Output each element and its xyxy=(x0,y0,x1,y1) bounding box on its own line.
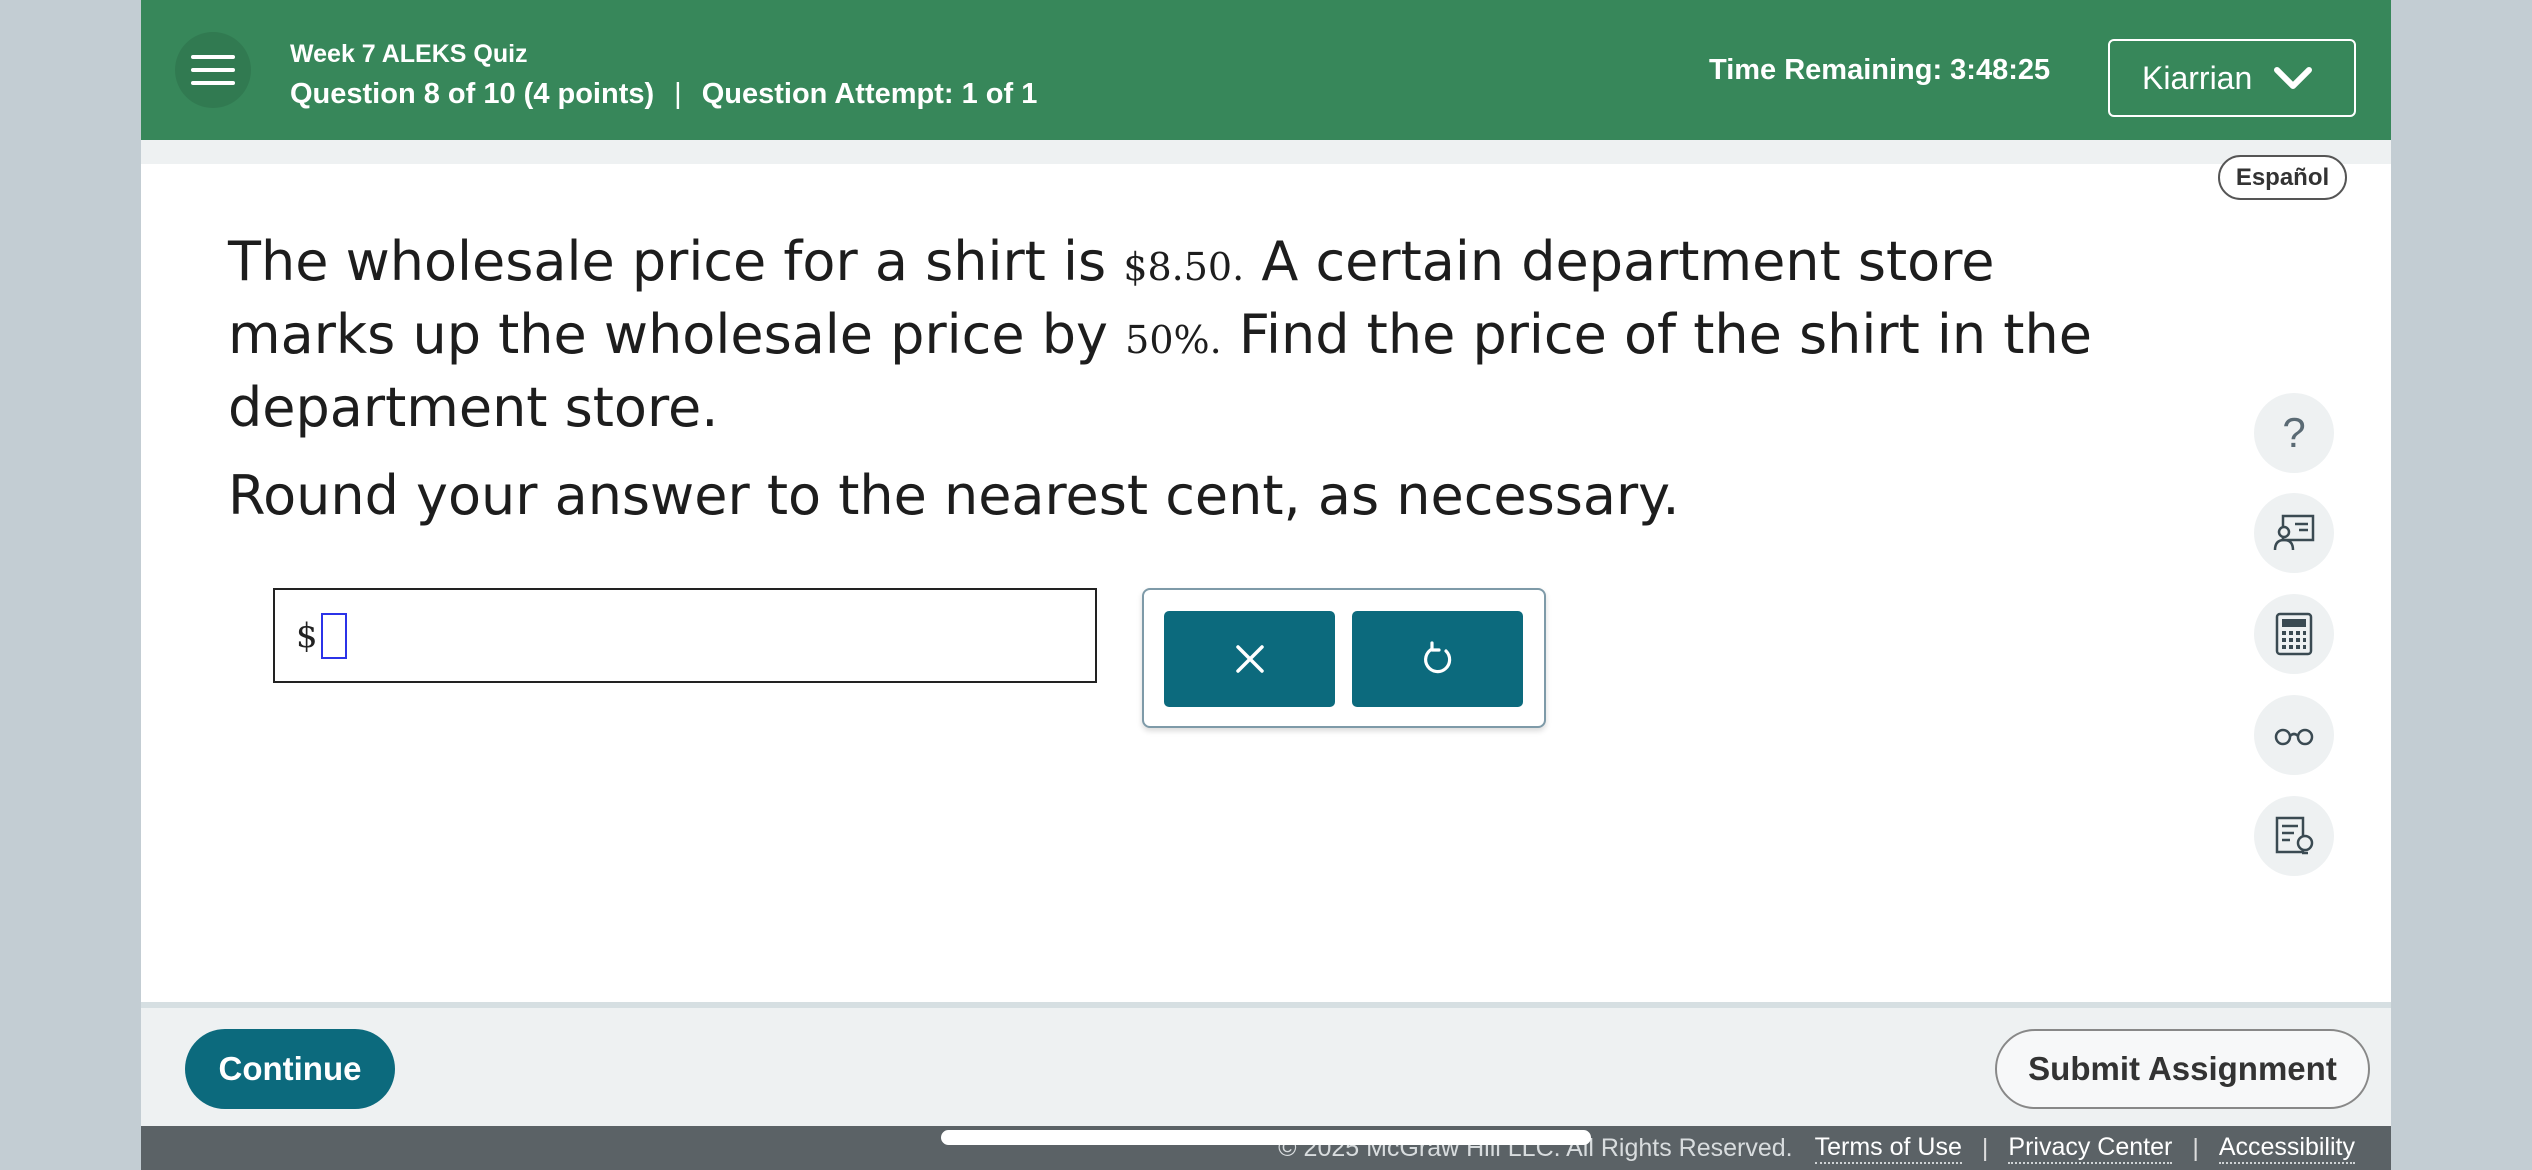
currency-prefix: $ xyxy=(296,615,318,656)
answer-field[interactable]: $ xyxy=(273,588,1097,683)
calculator-icon xyxy=(2275,612,2313,656)
footer-separator: | xyxy=(1981,1133,1989,1162)
answer-input[interactable] xyxy=(320,612,347,659)
wholesale-price: $8.50. xyxy=(1123,245,1245,289)
footer-separator: | xyxy=(2192,1133,2199,1162)
question-part: The wholesale price for a shirt is xyxy=(228,230,1124,293)
accessibility-link[interactable]: Accessibility xyxy=(2218,1133,2355,1164)
question-mark-icon: ? xyxy=(2282,409,2306,456)
continue-button[interactable]: Continue xyxy=(185,1029,395,1109)
calculator-button[interactable] xyxy=(2254,594,2334,674)
menu-button[interactable] xyxy=(175,32,251,108)
hamburger-icon xyxy=(191,68,235,72)
header-divider xyxy=(141,140,2391,164)
question-info: Question 8 of 10 (4 points) | Question A… xyxy=(290,78,1037,111)
hamburger-icon xyxy=(191,81,235,85)
close-icon xyxy=(1235,645,1264,673)
undo-icon xyxy=(1423,641,1451,674)
attempt-info: Question Attempt: 1 of 1 xyxy=(701,78,1038,110)
teacher-board-icon xyxy=(2273,514,2315,551)
language-toggle-button[interactable]: Español xyxy=(2218,155,2347,200)
time-remaining: Time Remaining: 3:48:25 xyxy=(1709,54,2051,86)
user-name: Kiarrian xyxy=(2142,59,2253,96)
document-lightbulb-icon xyxy=(2275,816,2314,855)
quiz-title: Week 7 ALEKS Quiz xyxy=(290,40,528,68)
terms-of-use-link[interactable]: Terms of Use xyxy=(1814,1133,1962,1164)
quiz-header: Week 7 ALEKS Quiz Question 8 of 10 (4 po… xyxy=(141,0,2391,140)
clear-button[interactable] xyxy=(1164,611,1335,707)
reading-glasses-button[interactable] xyxy=(2254,695,2334,775)
undo-button[interactable] xyxy=(1352,611,1523,707)
question-text: The wholesale price for a shirt is $8.50… xyxy=(228,228,2128,442)
hamburger-icon xyxy=(191,55,235,59)
home-indicator[interactable] xyxy=(941,1130,1591,1145)
privacy-center-link[interactable]: Privacy Center xyxy=(2008,1133,2173,1164)
question-number: Question 8 of 10 (4 points) xyxy=(290,78,655,110)
hint-button[interactable] xyxy=(2254,796,2334,876)
submit-assignment-button[interactable]: Submit Assignment xyxy=(1995,1029,2370,1109)
instruction-text: Round your answer to the nearest cent, a… xyxy=(228,464,1680,527)
user-menu-button[interactable]: Kiarrian xyxy=(2108,39,2356,117)
explain-button[interactable] xyxy=(2254,493,2334,573)
glasses-icon xyxy=(2274,728,2314,746)
aleks-app: Week 7 ALEKS Quiz Question 8 of 10 (4 po… xyxy=(141,0,2391,1170)
help-button[interactable]: ? xyxy=(2254,393,2334,473)
chevron-down-icon xyxy=(2274,67,2313,89)
answer-action-panel xyxy=(1142,588,1546,728)
markup-percent: 50%. xyxy=(1125,318,1222,362)
info-separator: | xyxy=(674,78,682,110)
